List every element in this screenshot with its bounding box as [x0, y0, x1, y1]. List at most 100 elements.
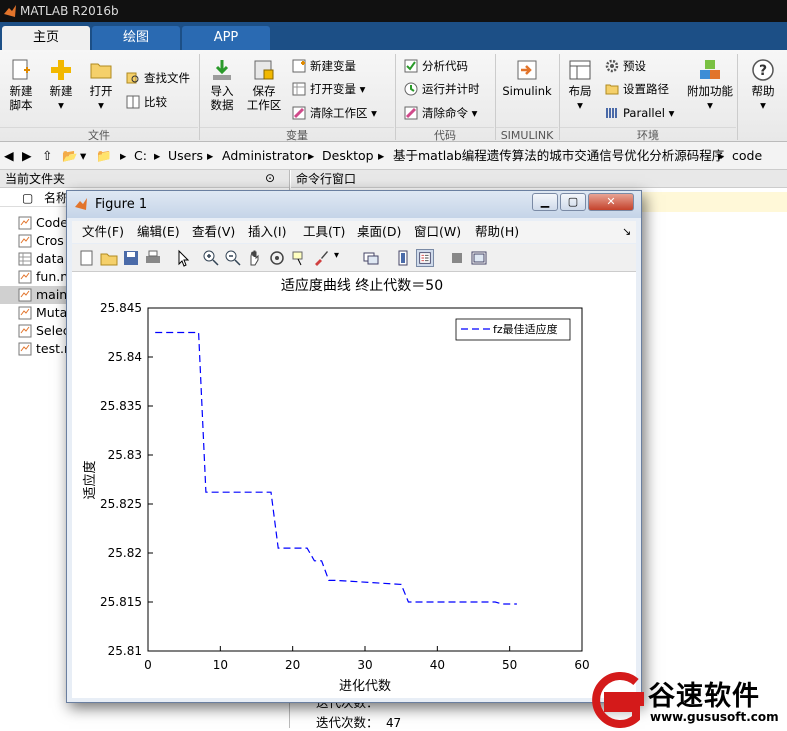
path-segment[interactable]: C: — [134, 142, 147, 170]
minimize-button[interactable]: ▁ — [532, 193, 558, 211]
y-tick-label: 25.845 — [100, 301, 142, 315]
chevron-down-icon[interactable]: ▾ — [80, 142, 86, 170]
link-plot-icon[interactable] — [362, 249, 380, 267]
dropdown-arrow-icon: ▾ — [471, 106, 478, 120]
y-tick-label: 25.82 — [108, 546, 142, 560]
maximize-button[interactable]: ▢ — [560, 193, 586, 211]
data-cursor-icon[interactable] — [290, 249, 308, 267]
find-files-icon — [126, 72, 139, 84]
simulink-button[interactable]: Simulink — [500, 58, 554, 98]
import-data-button[interactable]: 导入 数据 — [204, 58, 240, 112]
colorbar-icon[interactable] — [394, 249, 412, 267]
y-tick-label: 25.825 — [100, 497, 142, 511]
figure-window: Figure 1 ▁ ▢ ✕ 文件(F) 编辑(E) 查看(V) 插入(I) 工… — [66, 190, 642, 703]
path-segment[interactable]: 基于matlab编程遗传算法的城市交通信号优化分析源码程序 — [393, 142, 724, 170]
dropdown-arrow-icon: ▾ — [707, 98, 713, 112]
menu-desktop[interactable]: 桌面(D) — [357, 221, 401, 243]
new-variable-button[interactable]: 新建变量 — [292, 58, 356, 74]
ribbon: 新建 脚本 新建 ▾ 打开 ▾ 查找文件 比较 文件 导入 数据 保存 工作区 新建变量 … — [0, 50, 787, 142]
x-tick-label: 0 — [144, 658, 152, 672]
dropdown-arrow-icon: ▾ — [760, 98, 766, 112]
menu-edit[interactable]: 编辑(E) — [137, 221, 180, 243]
folder-icon: 📁 — [96, 148, 112, 163]
run-and-time-button[interactable]: 运行并计时 — [404, 81, 480, 97]
group-label-code: 代码 — [396, 127, 494, 142]
path-segment[interactable]: code — [732, 142, 762, 170]
clear-workspace-button[interactable]: 清除工作区 ▾ — [292, 105, 377, 121]
parallel-icon — [606, 108, 617, 118]
browse-folder-icon[interactable]: 📂 — [62, 142, 78, 170]
open-variable-icon — [292, 82, 306, 96]
hide-plot-tools-icon[interactable] — [448, 249, 466, 267]
menu-window[interactable]: 窗口(W) — [414, 221, 461, 243]
clear-commands-button[interactable]: 清除命令 ▾ — [404, 105, 477, 121]
menu-file[interactable]: 文件(F) — [82, 221, 124, 243]
open-variable-button[interactable]: 打开变量 ▾ — [292, 81, 365, 97]
new-button[interactable]: 新建 ▾ — [44, 58, 78, 112]
addons-button[interactable]: 附加功能 ▾ — [686, 58, 734, 112]
up-folder-icon[interactable]: ⇧ — [42, 142, 52, 170]
chart-legend[interactable]: fz最佳适应度 — [455, 318, 571, 341]
command-window-title: 命令行窗口 — [291, 170, 787, 188]
rotate-3d-icon[interactable] — [268, 249, 286, 267]
menu-view[interactable]: 查看(V) — [192, 221, 235, 243]
watermark-url: www.gususoft.com — [650, 710, 779, 724]
compare-button[interactable]: 比较 — [126, 94, 167, 110]
path-segment[interactable]: Desktop — [322, 142, 374, 170]
path-segment[interactable]: Users — [168, 142, 203, 170]
brush-icon[interactable] — [312, 249, 330, 267]
close-button[interactable]: ✕ — [588, 193, 634, 211]
analyze-code-button[interactable]: 分析代码 — [404, 58, 468, 74]
dock-arrow-icon[interactable]: ↘ — [622, 221, 631, 243]
help-button[interactable]: ? 帮助 ▾ — [746, 58, 780, 112]
save-workspace-button[interactable]: 保存 工作区 — [244, 58, 284, 112]
x-tick-label: 30 — [357, 658, 372, 672]
tab-plots[interactable]: 绘图 — [92, 26, 180, 50]
watermark-brand: 谷速软件 — [648, 681, 760, 712]
x-tick-label: 40 — [430, 658, 445, 672]
print-icon[interactable] — [144, 249, 162, 267]
group-label-variable: 变量 — [200, 127, 394, 142]
dropdown-arrow-icon: ▾ — [668, 106, 675, 120]
menu-insert[interactable]: 插入(I) — [248, 221, 286, 243]
dropdown-arrow-icon: ▾ — [577, 98, 583, 112]
show-plot-tools-icon[interactable] — [470, 249, 488, 267]
group-label-simulink: SIMULINK — [496, 127, 558, 142]
save-icon[interactable] — [122, 249, 140, 267]
site-watermark: 谷速软件 www.gususoft.com — [588, 672, 787, 728]
gear-icon — [605, 59, 619, 73]
address-bar: ◀ ▶ ⇧ 📂 ▾ 📁 ▸ C: ▸ Users ▸ Administrator… — [0, 142, 787, 170]
new-figure-icon[interactable] — [78, 249, 96, 267]
dropdown-arrow-icon: ▾ — [359, 82, 366, 96]
legend-icon[interactable] — [416, 249, 434, 267]
zoom-out-icon[interactable] — [224, 249, 242, 267]
tab-home[interactable]: 主页 — [2, 26, 90, 50]
set-path-button[interactable]: 设置路径 — [605, 81, 669, 97]
clear-workspace-icon — [292, 106, 306, 120]
analyze-code-icon — [404, 59, 418, 73]
menu-tools[interactable]: 工具(T) — [303, 221, 345, 243]
brush-dropdown-arrow-icon[interactable]: ▾ — [334, 250, 339, 261]
open-file-icon[interactable] — [100, 249, 118, 267]
tab-apps[interactable]: APP — [182, 26, 270, 50]
open-button[interactable]: 打开 ▾ — [84, 58, 118, 112]
new-plus-icon — [51, 60, 71, 80]
preferences-button[interactable]: 预设 — [605, 58, 646, 74]
path-segment[interactable]: Administrator — [222, 142, 307, 170]
panel-menu-icon[interactable]: ⊙ — [265, 171, 275, 185]
new-script-button[interactable]: 新建 脚本 — [4, 58, 38, 112]
chart-title: 适应度曲线 终止代数＝50 — [281, 277, 443, 294]
parallel-button[interactable]: Parallel ▾ — [605, 105, 674, 121]
m-file-icon — [18, 270, 32, 284]
info-bar — [641, 192, 787, 212]
y-tick-label: 25.835 — [100, 399, 142, 413]
pan-hand-icon[interactable] — [246, 249, 264, 267]
back-arrow-icon[interactable]: ◀ — [4, 142, 14, 170]
menu-help[interactable]: 帮助(H) — [475, 221, 519, 243]
zoom-in-icon[interactable] — [202, 249, 220, 267]
find-files-button[interactable]: 查找文件 — [126, 70, 190, 86]
run-time-icon — [404, 82, 418, 96]
layout-button[interactable]: 布局 ▾ — [564, 58, 596, 112]
forward-arrow-icon[interactable]: ▶ — [22, 142, 32, 170]
pointer-icon[interactable] — [174, 249, 192, 267]
